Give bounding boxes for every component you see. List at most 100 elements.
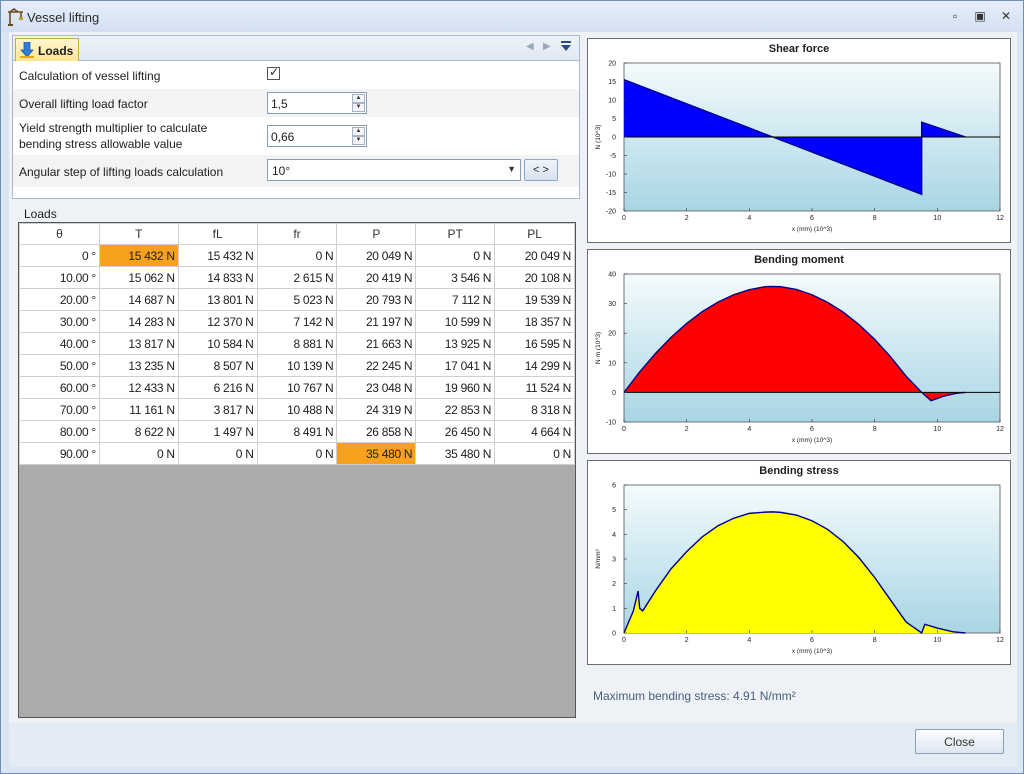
table-cell[interactable]: 20 049 N	[494, 244, 575, 267]
table-cell[interactable]: 17 041 N	[415, 354, 496, 377]
table-cell[interactable]: 12 370 N	[177, 310, 258, 333]
table-cell[interactable]: 20.00 °	[19, 288, 100, 311]
table-cell[interactable]: 0 N	[98, 442, 179, 465]
table-cell[interactable]: 35 480 N	[415, 442, 496, 465]
table-cell[interactable]: 35 480 N	[336, 442, 417, 465]
table-cell[interactable]: 10 584 N	[177, 332, 258, 355]
table-cell[interactable]: 8 318 N	[494, 398, 575, 421]
table-cell[interactable]: 15 432 N	[98, 244, 179, 267]
table-cell[interactable]: 12 433 N	[98, 376, 179, 399]
table-cell[interactable]: 11 161 N	[98, 398, 179, 421]
table-row[interactable]: 20.00 ° 14 687 N 13 801 N5 023 N 20 793 N7 …	[19, 288, 575, 311]
yield-spinner[interactable]: 0,66 ▲ ▼	[267, 125, 367, 147]
table-cell[interactable]: 14 833 N	[177, 266, 258, 289]
tab-loads[interactable]: Loads	[15, 38, 79, 62]
table-cell[interactable]: 0 N	[494, 442, 575, 465]
spin-down-icon[interactable]: ▼	[352, 103, 365, 112]
table-cell[interactable]: 20 108 N	[494, 266, 575, 289]
table-cell[interactable]: 10 139 N	[256, 354, 338, 377]
table-cell[interactable]: 8 622 N	[98, 420, 179, 443]
factor-spinner[interactable]: 1,5 ▲ ▼	[267, 92, 367, 114]
table-cell[interactable]: 14 299 N	[494, 354, 575, 377]
minimize-icon[interactable]: ▫	[944, 7, 966, 25]
table-cell[interactable]: 10.00 °	[19, 266, 100, 289]
table-cell[interactable]: 19 539 N	[494, 288, 575, 311]
table-cell[interactable]: 19 960 N	[415, 376, 496, 399]
table-cell[interactable]: 23 048 N	[336, 376, 417, 399]
restore-icon[interactable]: ▣	[969, 7, 991, 25]
table-row[interactable]: 10.00 ° 15 062 N 14 833 N2 615 N 20 419 N3 …	[19, 266, 575, 289]
column-header[interactable]: T	[98, 223, 179, 245]
table-row[interactable]: 30.00 ° 14 283 N 12 370 N7 142 N 21 197 N 10…	[19, 310, 575, 333]
tab-prev-icon[interactable]: ◀	[526, 41, 534, 52]
table-cell[interactable]: 3 817 N	[177, 398, 258, 421]
angular-step-select[interactable]: 10° ▼	[267, 159, 521, 181]
table-cell[interactable]: 7 112 N	[415, 288, 496, 311]
table-cell[interactable]: 3 546 N	[415, 266, 496, 289]
spin-down-icon[interactable]: ▼	[352, 136, 365, 145]
table-cell[interactable]: 5 023 N	[256, 288, 338, 311]
table-cell[interactable]: 13 817 N	[98, 332, 179, 355]
table-row[interactable]: 60.00 ° 12 433 N6 216 N 10 767 N 23 048 N 19…	[19, 376, 575, 399]
column-header[interactable]: θ	[19, 223, 100, 245]
table-cell[interactable]: 22 853 N	[415, 398, 496, 421]
tab-next-icon[interactable]: ▶	[543, 41, 551, 52]
table-cell[interactable]: 21 663 N	[336, 332, 417, 355]
spin-up-icon[interactable]: ▲	[352, 94, 365, 103]
table-cell[interactable]: 13 235 N	[98, 354, 179, 377]
table-cell[interactable]: 0 N	[256, 442, 338, 465]
table-cell[interactable]: 22 245 N	[336, 354, 417, 377]
table-cell[interactable]: 8 507 N	[177, 354, 258, 377]
column-header[interactable]: PL	[494, 223, 575, 245]
table-cell[interactable]: 26 450 N	[415, 420, 496, 443]
table-cell[interactable]: 16 595 N	[494, 332, 575, 355]
table-cell[interactable]: 0 N	[256, 244, 338, 267]
column-header[interactable]: fr	[256, 223, 338, 245]
table-cell[interactable]: 8 491 N	[256, 420, 338, 443]
table-cell[interactable]: 50.00 °	[19, 354, 100, 377]
table-row[interactable]: 90.00 ° 0 N0 N0 N 35 480 N 35 480 N0 N	[19, 442, 575, 465]
table-cell[interactable]: 26 858 N	[336, 420, 417, 443]
table-cell[interactable]: 11 524 N	[494, 376, 575, 399]
table-cell[interactable]: 15 062 N	[98, 266, 179, 289]
table-row[interactable]: 50.00 ° 13 235 N8 507 N 10 139 N 22 245 N 17…	[19, 354, 575, 377]
table-cell[interactable]: 2 615 N	[256, 266, 338, 289]
table-cell[interactable]: 40.00 °	[19, 332, 100, 355]
close-button[interactable]: Close	[915, 729, 1004, 754]
table-cell[interactable]: 21 197 N	[336, 310, 417, 333]
table-cell[interactable]: 10 488 N	[256, 398, 338, 421]
table-cell[interactable]: 24 319 N	[336, 398, 417, 421]
table-cell[interactable]: 0 N	[415, 244, 496, 267]
table-row[interactable]: 40.00 ° 13 817 N 10 584 N8 881 N 21 663 N 13…	[19, 332, 575, 355]
table-cell[interactable]: 0 °	[19, 244, 100, 267]
table-cell[interactable]: 13 925 N	[415, 332, 496, 355]
table-cell[interactable]: 8 881 N	[256, 332, 338, 355]
table-cell[interactable]: 1 497 N	[177, 420, 258, 443]
table-cell[interactable]: 20 793 N	[336, 288, 417, 311]
loads-grid[interactable]: θ TfL fr P PT PL 0 ° 15 432 N 15 432 N0 N 20 049…	[18, 222, 576, 718]
table-cell[interactable]: 20 419 N	[336, 266, 417, 289]
table-cell[interactable]: 0 N	[177, 442, 258, 465]
table-cell[interactable]: 18 357 N	[494, 310, 575, 333]
table-cell[interactable]: 10 767 N	[256, 376, 338, 399]
table-cell[interactable]: 30.00 °	[19, 310, 100, 333]
step-nav-button[interactable]: < >	[524, 159, 558, 181]
table-cell[interactable]: 60.00 °	[19, 376, 100, 399]
table-cell[interactable]: 10 599 N	[415, 310, 496, 333]
table-cell[interactable]: 90.00 °	[19, 442, 100, 465]
table-row[interactable]: 80.00 ° 8 622 N1 497 N8 491 N 26 858 N 26 4…	[19, 420, 575, 443]
table-cell[interactable]: 70.00 °	[19, 398, 100, 421]
table-row[interactable]: 0 ° 15 432 N 15 432 N0 N 20 049 N0 N 20 049 …	[19, 244, 575, 267]
column-header[interactable]: P	[336, 223, 417, 245]
table-cell[interactable]: 13 801 N	[177, 288, 258, 311]
table-cell[interactable]: 4 664 N	[494, 420, 575, 443]
column-header[interactable]: fL	[177, 223, 258, 245]
spin-up-icon[interactable]: ▲	[352, 127, 365, 136]
table-cell[interactable]: 7 142 N	[256, 310, 338, 333]
calc-checkbox[interactable]: ✓	[267, 65, 280, 80]
table-row[interactable]: 70.00 ° 11 161 N3 817 N 10 488 N 24 319 N 22…	[19, 398, 575, 421]
column-header[interactable]: PT	[415, 223, 496, 245]
table-cell[interactable]: 15 432 N	[177, 244, 258, 267]
table-cell[interactable]: 20 049 N	[336, 244, 417, 267]
tab-menu-icon[interactable]	[560, 40, 572, 52]
